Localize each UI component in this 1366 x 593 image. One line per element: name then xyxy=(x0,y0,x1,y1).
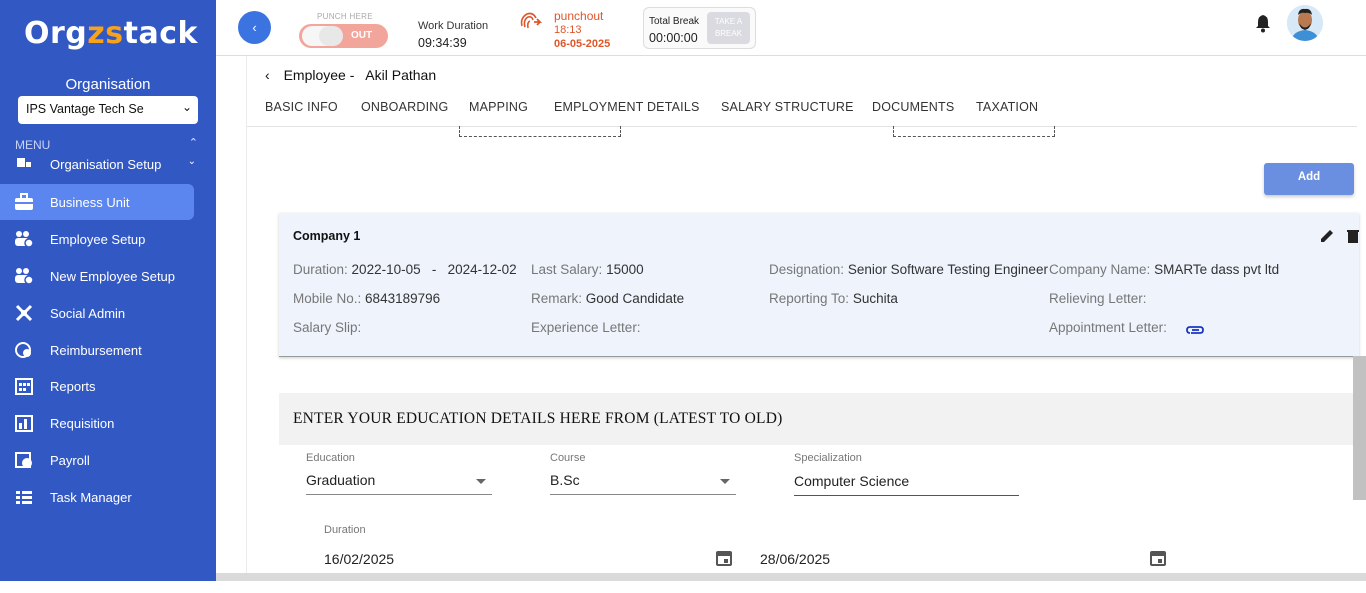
company-title: Company 1 xyxy=(293,229,361,243)
briefcase-icon xyxy=(15,193,33,210)
user-avatar-icon xyxy=(1287,5,1323,41)
education-label: Education xyxy=(306,452,355,464)
logo: Orgzstack xyxy=(24,16,198,51)
specialization-label: Specialization xyxy=(794,452,862,464)
calendar-grid-icon xyxy=(15,378,33,395)
dropdown-caret-icon[interactable] xyxy=(476,479,486,484)
last-salary-field: Last Salary: 15000 xyxy=(531,262,644,277)
employee-name: Akil Pathan xyxy=(365,67,437,83)
sidebar: Orgzstack Organisation IPS Vantage Tech … xyxy=(0,0,216,581)
calendar-icon[interactable] xyxy=(1149,549,1167,567)
sidebar-item-reimbursement[interactable]: Reimbursement xyxy=(0,332,194,368)
add-button[interactable]: Add xyxy=(1264,163,1354,195)
main-area: ‹ PUNCH HERE OUT Work Duration 09:34:39 … xyxy=(216,0,1366,593)
sidebar-item-requisition[interactable]: Requisition xyxy=(0,405,194,441)
tab-taxation[interactable]: TAXATION xyxy=(976,100,1038,114)
punch-here-label: PUNCH HERE xyxy=(317,12,373,21)
education-heading: ENTER YOUR EDUCATION DETAILS HERE FROM (… xyxy=(293,410,783,427)
social-icon xyxy=(15,304,33,322)
payroll-icon xyxy=(15,452,32,468)
punch-toggle[interactable]: OUT xyxy=(299,24,388,48)
sidebar-item-employee-setup[interactable]: Employee Setup xyxy=(0,221,194,257)
company-card: Company 1 Duration: 2022-10-05 - 2024-12… xyxy=(279,213,1359,357)
total-break-box: Total Break 00:00:00 TAKE A BREAK xyxy=(643,7,756,49)
duration-field: Duration: 2022-10-05 - 2024-12-02 xyxy=(293,262,517,277)
attachment-icon[interactable] xyxy=(1185,324,1205,336)
duration-label: Duration xyxy=(324,524,366,536)
people-gear-icon xyxy=(15,268,34,285)
work-duration-label: Work Duration xyxy=(418,20,489,32)
take-a-break-button[interactable]: TAKE A BREAK xyxy=(707,12,750,44)
education-card: ENTER YOUR EDUCATION DETAILS HERE FROM (… xyxy=(279,393,1359,593)
tab-mapping[interactable]: MAPPING xyxy=(469,100,528,114)
breadcrumb: ‹ Employee - Akil Pathan xyxy=(265,67,437,83)
collapse-sidebar-button[interactable]: ‹ xyxy=(238,11,271,44)
chevron-up-icon[interactable]: ⌃ xyxy=(189,136,198,149)
punch-toggle-label: OUT xyxy=(351,30,373,41)
punchout-time: 18:13 xyxy=(554,24,582,36)
sidebar-item-new-employee-setup[interactable]: New Employee Setup xyxy=(0,258,194,294)
sidebar-item-organisation-setup[interactable]: Organisation Setup ⌄ xyxy=(0,148,194,176)
work-duration-value: 09:34:39 xyxy=(418,36,467,50)
content-panel: ‹ Employee - Akil Pathan BASIC INFO ONBO… xyxy=(246,56,1366,593)
salary-slip-field: Salary Slip: xyxy=(293,320,362,335)
calendar-icon[interactable] xyxy=(715,549,733,567)
requisition-icon xyxy=(15,415,33,432)
experience-letter-field: Experience Letter: xyxy=(531,320,641,335)
back-chevron-icon[interactable]: ‹ xyxy=(265,67,270,83)
tab-basic-info[interactable]: BASIC INFO xyxy=(265,100,338,114)
tab-onboarding[interactable]: ONBOARDING xyxy=(361,100,448,114)
organisation-select[interactable]: IPS Vantage Tech Se ⌄ xyxy=(18,96,198,124)
course-select[interactable]: B.Sc xyxy=(550,472,580,488)
sidebar-item-reports[interactable]: Reports xyxy=(0,368,194,404)
top-bar: ‹ PUNCH HERE OUT Work Duration 09:34:39 … xyxy=(216,0,1366,56)
task-icon xyxy=(16,491,32,504)
sidebar-item-social-admin[interactable]: Social Admin xyxy=(0,295,194,331)
relieving-letter-field: Relieving Letter: xyxy=(1049,291,1147,306)
bell-icon[interactable] xyxy=(1254,13,1272,33)
sidebar-item-payroll[interactable]: Payroll xyxy=(0,442,194,478)
edit-icon[interactable] xyxy=(1319,228,1335,244)
reporting-to-field: Reporting To: Suchita xyxy=(769,291,898,306)
sidebar-item-business-unit[interactable]: Business Unit xyxy=(0,184,194,220)
tab-salary-structure[interactable]: SALARY STRUCTURE xyxy=(721,100,854,114)
punchout-date: 06-05-2025 xyxy=(554,38,611,50)
education-header: ENTER YOUR EDUCATION DETAILS HERE FROM (… xyxy=(279,393,1359,445)
tab-documents[interactable]: DOCUMENTS xyxy=(872,100,954,114)
org-setup-icon xyxy=(17,158,31,167)
horizontal-scrollbar[interactable] xyxy=(216,573,1366,581)
tab-bar: BASIC INFO ONBOARDING MAPPING EMPLOYMENT… xyxy=(247,92,1357,127)
chevron-down-icon: ⌄ xyxy=(181,100,192,114)
fingerprint-icon xyxy=(520,12,542,29)
upload-box[interactable] xyxy=(459,126,621,137)
punchout-label: punchout xyxy=(554,9,604,23)
designation-field: Designation: Senior Software Testing Eng… xyxy=(769,262,1048,277)
total-break-value: 00:00:00 xyxy=(649,31,698,45)
course-label: Course xyxy=(550,452,586,464)
delete-icon[interactable] xyxy=(1345,228,1361,244)
remark-field: Remark: Good Candidate xyxy=(531,291,685,306)
dropdown-caret-icon[interactable] xyxy=(720,479,730,484)
sidebar-item-task-manager[interactable]: Task Manager xyxy=(0,479,194,515)
specialization-input[interactable]: Computer Science xyxy=(794,473,909,489)
organisation-label: Organisation xyxy=(65,76,151,93)
avatar[interactable] xyxy=(1287,5,1323,41)
tab-employment-details[interactable]: EMPLOYMENT DETAILS xyxy=(554,100,700,114)
start-date-input[interactable]: 16/02/2025 xyxy=(324,551,394,567)
people-gear-icon xyxy=(15,231,34,248)
mobile-field: Mobile No.: 6843189796 xyxy=(293,291,441,306)
appointment-letter-field: Appointment Letter: xyxy=(1049,320,1167,335)
company-name-field: Company Name: SMARTe dass pvt ltd xyxy=(1049,262,1280,277)
education-select[interactable]: Graduation xyxy=(306,472,375,488)
total-break-label: Total Break xyxy=(649,16,700,27)
end-date-input[interactable]: 28/06/2025 xyxy=(760,551,830,567)
upload-box[interactable] xyxy=(893,126,1055,137)
reimbursement-icon xyxy=(15,342,31,358)
scrollbar[interactable] xyxy=(1353,356,1366,500)
chevron-down-icon: ⌄ xyxy=(187,156,194,167)
